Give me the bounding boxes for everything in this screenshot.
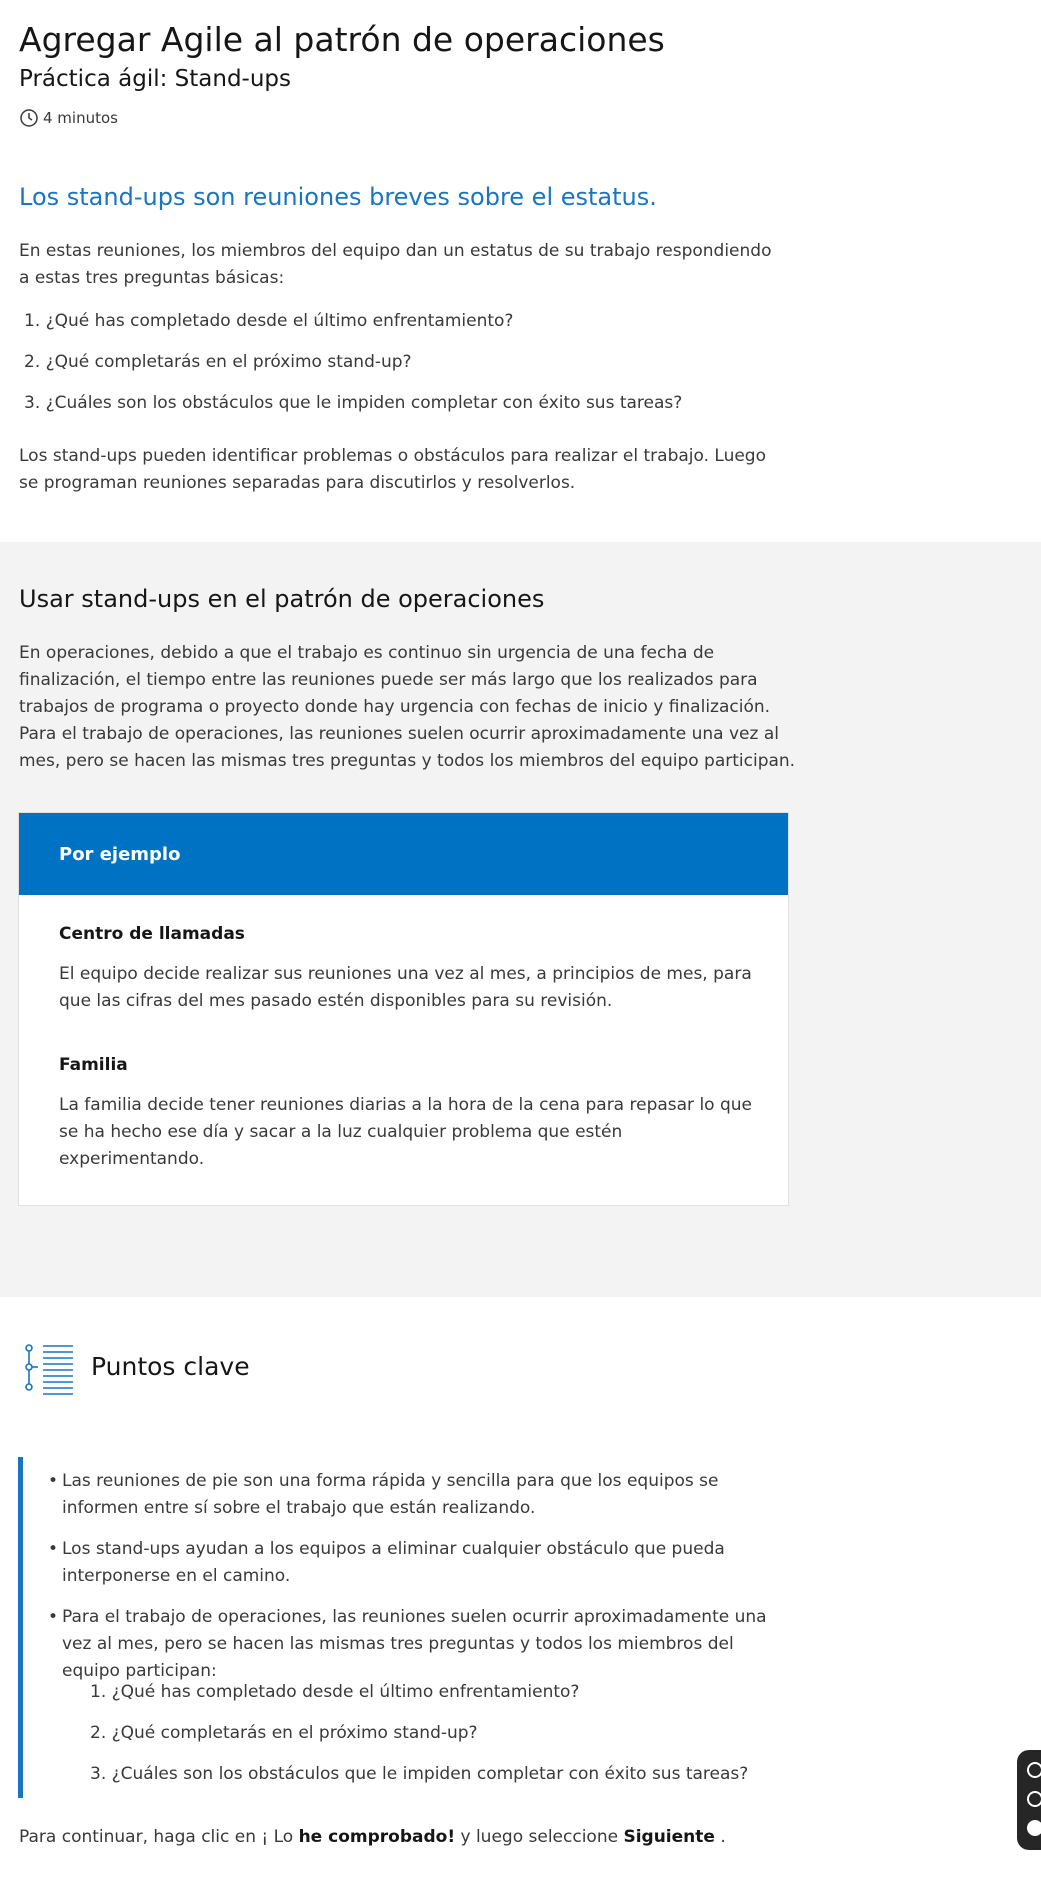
key-points-sublist: 1. ¿Qué has completado desde el último e… bbox=[90, 1679, 748, 1802]
list-item: 1. ¿Qué has completado desde el último e… bbox=[24, 311, 514, 331]
example-item-title: Centro de llamadas bbox=[59, 924, 245, 944]
duration: 4 minutos bbox=[19, 108, 118, 128]
intro-paragraph: En estas reuniones, los miembros del equ… bbox=[19, 241, 772, 288]
key-points-title: Puntos clave bbox=[91, 1352, 250, 1381]
nav-dot[interactable] bbox=[1027, 1762, 1041, 1778]
list-item: Los stand-ups ayudan a los equipos a eli… bbox=[48, 1536, 788, 1590]
side-navigation-widget[interactable] bbox=[1017, 1750, 1041, 1850]
list-item: 1. ¿Qué has completado desde el último e… bbox=[90, 1682, 580, 1702]
example-item-text: La familia decide tener reuniones diaria… bbox=[59, 1095, 753, 1169]
continue-text: y luego seleccione bbox=[455, 1827, 624, 1847]
clock-icon bbox=[20, 109, 38, 127]
intro-closing: Los stand-ups pueden identificar problem… bbox=[19, 446, 767, 493]
continue-instructions: Para continuar, haga clic en ¡ Lo he com… bbox=[19, 1827, 726, 1847]
duration-text: 4 minutos bbox=[43, 109, 118, 127]
example-item-title: Familia bbox=[59, 1055, 128, 1075]
example-header: Por ejemplo bbox=[19, 813, 788, 895]
operations-paragraph: En operaciones, debido a que el trabajo … bbox=[19, 643, 796, 771]
questions-list: 1. ¿Qué has completado desde el último e… bbox=[24, 308, 682, 431]
example-card: Por ejemplo Centro de llamadas El equipo… bbox=[18, 812, 789, 1206]
key-points-icon bbox=[25, 1344, 73, 1395]
operations-section: Usar stand-ups en el patrón de operacion… bbox=[0, 542, 1041, 1297]
nav-dot-active[interactable] bbox=[1027, 1820, 1041, 1836]
checked-label: he comprobado! bbox=[298, 1827, 456, 1847]
list-item: 3. ¿Cuáles son los obstáculos que le imp… bbox=[24, 393, 683, 413]
list-item: 2. ¿Qué completarás en el próximo stand-… bbox=[24, 352, 412, 372]
key-points-section: Puntos clave Las reuniones de pie son un… bbox=[0, 1297, 1041, 1898]
page-subtitle: Práctica ágil: Stand-ups bbox=[19, 66, 292, 92]
continue-text: Para continuar, haga clic en ¡ Lo bbox=[19, 1827, 299, 1847]
page-title: Agregar Agile al patrón de operaciones bbox=[19, 20, 665, 59]
intro-heading: Los stand-ups son reuniones breves sobre… bbox=[19, 183, 657, 211]
next-label: Siguiente bbox=[623, 1827, 715, 1847]
continue-text: . bbox=[714, 1827, 726, 1847]
example-item-text: El equipo decide realizar sus reuniones … bbox=[59, 964, 752, 1011]
nav-dot[interactable] bbox=[1027, 1791, 1041, 1807]
list-item: 3. ¿Cuáles son los obstáculos que le imp… bbox=[90, 1764, 749, 1784]
list-item: 2. ¿Qué completarás en el próximo stand-… bbox=[90, 1723, 478, 1743]
key-points-accent-bar bbox=[18, 1457, 23, 1798]
operations-heading: Usar stand-ups en el patrón de operacion… bbox=[19, 585, 545, 613]
list-item: Las reuniones de pie son una forma rápid… bbox=[48, 1468, 788, 1522]
list-item: Para el trabajo de operaciones, las reun… bbox=[48, 1604, 788, 1685]
intro-section: Agregar Agile al patrón de operaciones P… bbox=[0, 0, 1041, 542]
key-points-list: Las reuniones de pie son una forma rápid… bbox=[48, 1468, 788, 1699]
